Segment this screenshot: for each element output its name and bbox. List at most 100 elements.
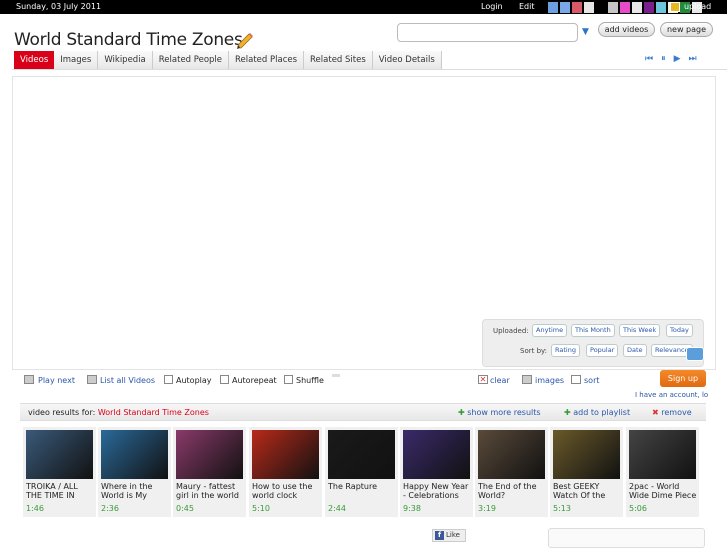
video-thumbnail[interactable]	[252, 430, 319, 479]
video-card[interactable]: Where in the World is My 2:36	[98, 427, 171, 517]
new-page-button[interactable]: new page	[660, 22, 713, 37]
video-thumbnail[interactable]	[26, 430, 93, 479]
filter-anytime[interactable]: Anytime	[532, 324, 568, 337]
close-icon: ✖	[652, 408, 659, 417]
tab-wikipedia[interactable]: Wikipedia	[98, 51, 153, 70]
video-title[interactable]: The Rapture	[328, 482, 398, 500]
sort-icon[interactable]	[571, 375, 581, 384]
shuffle-checkbox[interactable]	[284, 375, 293, 384]
login-account-link[interactable]: I have an account, lo	[635, 391, 708, 399]
images-link[interactable]: images	[535, 376, 564, 385]
video-title[interactable]: Where in the World is My	[101, 482, 171, 500]
video-duration: 1:46	[26, 504, 44, 513]
skip-back-icon[interactable]: ⏮	[645, 54, 653, 64]
filter-this-week[interactable]: This Week	[619, 324, 661, 337]
tab-bar: Videos Images Wikipedia Related People Relat…	[14, 51, 442, 70]
video-duration: 5:13	[553, 504, 571, 513]
skip-forward-icon[interactable]: ⏭	[689, 54, 697, 64]
video-thumbnail[interactable]	[403, 430, 470, 479]
list-all-videos-link[interactable]: List all Videos	[100, 376, 155, 385]
video-card[interactable]: How to use the world clock 5:10	[249, 427, 322, 517]
video-card[interactable]: The Rapture 2:44	[325, 427, 398, 517]
drag-handle[interactable]	[332, 374, 340, 377]
autoplay-label: Autoplay	[176, 376, 212, 385]
video-card[interactable]: Happy New Year - Celebrations 9:38	[400, 427, 473, 517]
shuffle-label: Shuffle	[296, 376, 324, 385]
video-title[interactable]: Happy New Year - Celebrations	[403, 482, 473, 500]
show-more-results-link[interactable]: show more results	[467, 408, 540, 417]
upload-link[interactable]: upload	[684, 0, 711, 14]
video-card[interactable]: TROIKA / ALL THE TIME IN 1:46	[23, 427, 96, 517]
tab-related-places[interactable]: Related Places	[229, 51, 305, 70]
video-duration: 2:44	[328, 504, 346, 513]
filter-this-month[interactable]: This Month	[571, 324, 615, 337]
play-icon[interactable]: ▶	[674, 54, 681, 64]
color-swatch[interactable]	[596, 2, 606, 13]
video-thumbnail[interactable]	[629, 430, 696, 479]
upload-icon[interactable]	[670, 2, 680, 12]
sort-link[interactable]: sort	[584, 376, 600, 385]
chevron-down-icon[interactable]: ▼	[582, 27, 589, 37]
video-thumbnail[interactable]	[478, 430, 545, 479]
tab-related-people[interactable]: Related People	[152, 51, 230, 70]
video-title[interactable]: Maury - fattest girl in the world	[176, 482, 246, 500]
pencil-icon[interactable]	[237, 33, 255, 49]
sort-popular[interactable]: Popular	[586, 344, 619, 357]
tab-related-sites[interactable]: Related Sites	[304, 51, 373, 70]
play-next-icon[interactable]	[24, 375, 34, 384]
color-swatch[interactable]	[572, 2, 582, 13]
signup-button[interactable]: Sign up	[660, 370, 706, 387]
video-title[interactable]: TROIKA / ALL THE TIME IN	[26, 482, 96, 500]
date-label: Sunday, 03 July 2011	[16, 2, 102, 11]
video-title[interactable]: Best GEEKY Watch Of the	[553, 482, 623, 500]
share-email-icon[interactable]	[686, 347, 704, 361]
tab-video-details[interactable]: Video Details	[372, 51, 442, 70]
video-card[interactable]: The End of the World? 3:19	[475, 427, 548, 517]
autorepeat-checkbox[interactable]	[220, 375, 229, 384]
autoplay-checkbox[interactable]	[164, 375, 173, 384]
filter-today[interactable]: Today	[666, 324, 693, 337]
clear-link[interactable]: clear	[490, 376, 510, 385]
facebook-icon: f	[435, 531, 444, 540]
tab-images[interactable]: Images	[54, 51, 99, 70]
list-icon[interactable]	[87, 375, 97, 384]
color-swatch[interactable]	[548, 2, 558, 13]
player-nav-controls: ⏮ ⏸ ▶ ⏭	[645, 54, 697, 64]
remove-link[interactable]: remove	[661, 408, 691, 417]
video-thumbnail[interactable]	[101, 430, 168, 479]
results-query: World Standard Time Zones	[97, 408, 209, 417]
video-card[interactable]: Best GEEKY Watch Of the 5:13	[550, 427, 623, 517]
color-swatch[interactable]	[632, 2, 642, 13]
sort-rating[interactable]: Rating	[551, 344, 580, 357]
video-thumbnail[interactable]	[176, 430, 243, 479]
color-swatch[interactable]	[656, 2, 666, 13]
video-card[interactable]: Maury - fattest girl in the world 0:45	[173, 427, 246, 517]
like-button[interactable]: f Like	[432, 529, 466, 542]
sort-date[interactable]: Date	[623, 344, 647, 357]
video-thumbnail[interactable]	[328, 430, 395, 479]
video-duration: 2:36	[101, 504, 119, 513]
color-swatch[interactable]	[560, 2, 570, 13]
images-icon[interactable]	[522, 375, 532, 384]
login-link[interactable]: Login	[481, 0, 503, 14]
color-swatch[interactable]	[620, 2, 630, 13]
video-duration: 0:45	[176, 504, 194, 513]
tab-videos[interactable]: Videos	[14, 51, 55, 70]
pause-icon[interactable]: ⏸	[661, 54, 666, 64]
video-title[interactable]: How to use the world clock	[252, 482, 322, 500]
edit-link[interactable]: Edit	[519, 0, 535, 14]
filter-panel: Uploaded: Anytime This Month This Week T…	[482, 319, 704, 367]
add-to-playlist-link[interactable]: add to playlist	[573, 408, 630, 417]
clear-icon[interactable]: ✕	[478, 375, 488, 384]
search-input[interactable]	[397, 23, 578, 42]
video-title[interactable]: 2pac - World Wide Dime Piece	[629, 482, 699, 500]
video-duration: 3:19	[478, 504, 496, 513]
video-thumbnail[interactable]	[553, 430, 620, 479]
color-swatch[interactable]	[644, 2, 654, 13]
color-swatch[interactable]	[608, 2, 618, 13]
color-swatch[interactable]	[584, 2, 594, 13]
video-card[interactable]: 2pac - World Wide Dime Piece 5:06	[626, 427, 699, 517]
add-videos-button[interactable]: add videos	[598, 22, 655, 37]
play-next-link[interactable]: Play next	[38, 376, 75, 385]
video-title[interactable]: The End of the World?	[478, 482, 548, 500]
